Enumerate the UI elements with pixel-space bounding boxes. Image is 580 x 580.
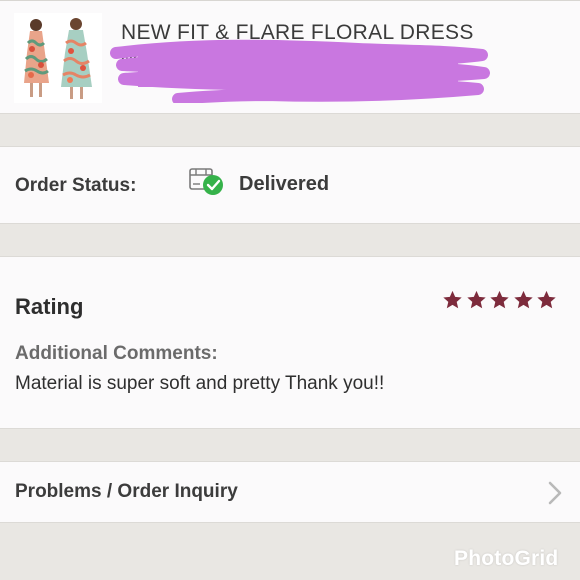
chevron-right-icon[interactable] xyxy=(546,479,564,507)
order-status-value: Delivered xyxy=(239,173,330,195)
box-delivered-icon xyxy=(189,168,223,195)
star-rating xyxy=(441,289,559,311)
rating-card: Rating Additional Comments: Material is … xyxy=(0,256,580,429)
star-icon xyxy=(443,290,462,309)
redaction-scribble xyxy=(110,39,490,103)
dress-photos-image xyxy=(24,18,92,99)
order-status-label: Order Status: xyxy=(15,175,137,196)
problems-order-inquiry-label[interactable]: Problems / Order Inquiry xyxy=(15,481,238,503)
photogrid-watermark: PhotoGrid xyxy=(454,547,559,570)
product-card[interactable]: NEW FIT & FLARE FLORAL DRESS $3 xyxy=(0,0,580,114)
rating-title: Rating xyxy=(15,294,84,319)
star-icon xyxy=(466,290,486,309)
star-icon xyxy=(490,290,509,309)
comment-text: Material is super soft and pretty Thank … xyxy=(15,373,385,394)
problems-order-inquiry-row[interactable]: Problems / Order Inquiry xyxy=(0,461,580,523)
product-thumbnail[interactable] xyxy=(14,13,102,103)
order-status-row: Order Status: Delivered xyxy=(0,146,580,224)
star-icon xyxy=(513,290,533,309)
star-icon xyxy=(537,290,556,309)
additional-comments-label: Additional Comments: xyxy=(15,343,218,364)
